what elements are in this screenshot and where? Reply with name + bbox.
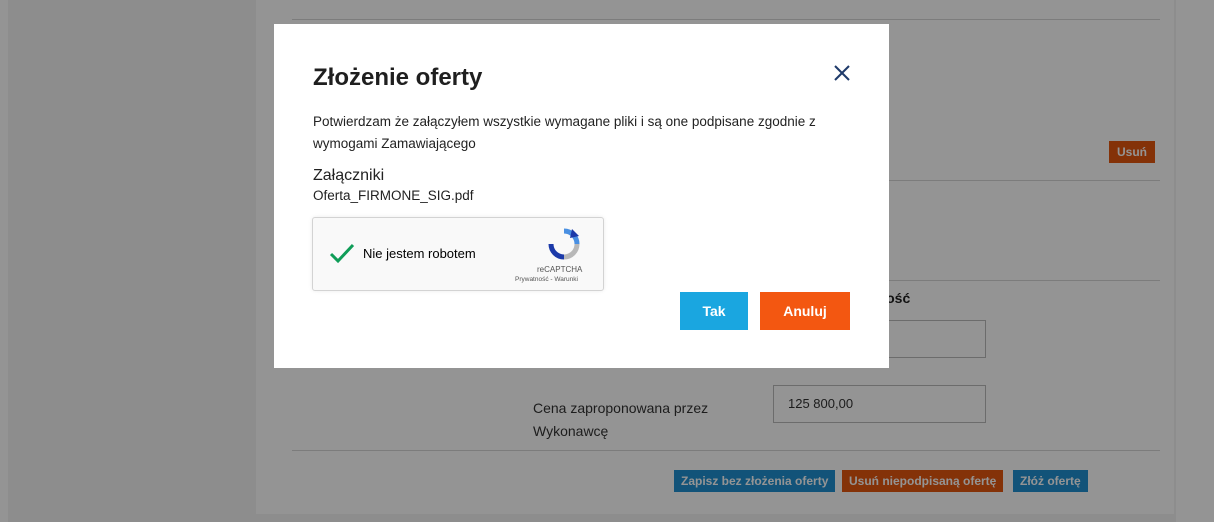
recaptcha-widget[interactable]: Nie jestem robotem reCAPTCHA Prywatność … bbox=[312, 217, 604, 291]
yes-button[interactable]: Tak bbox=[680, 292, 748, 330]
dialog-title: Złożenie oferty bbox=[313, 64, 483, 91]
confirmation-text: Potwierdzam że załączyłem wszystkie wyma… bbox=[313, 114, 816, 151]
cancel-button[interactable]: Anuluj bbox=[760, 292, 850, 330]
recaptcha-brand: reCAPTCHA bbox=[537, 265, 583, 274]
submit-offer-dialog: Złożenie oferty Potwierdzam że załączyłe… bbox=[274, 24, 889, 368]
recaptcha-links[interactable]: Prywatność - Warunki bbox=[515, 276, 578, 283]
recaptcha-logo-icon bbox=[548, 228, 580, 260]
attachments-title: Załączniki bbox=[313, 167, 385, 184]
close-icon[interactable] bbox=[830, 61, 854, 85]
checkmark-icon[interactable] bbox=[327, 238, 357, 268]
attachment-file: Oferta_FIRMONE_SIG.pdf bbox=[313, 188, 474, 203]
captcha-label: Nie jestem robotem bbox=[363, 246, 476, 261]
